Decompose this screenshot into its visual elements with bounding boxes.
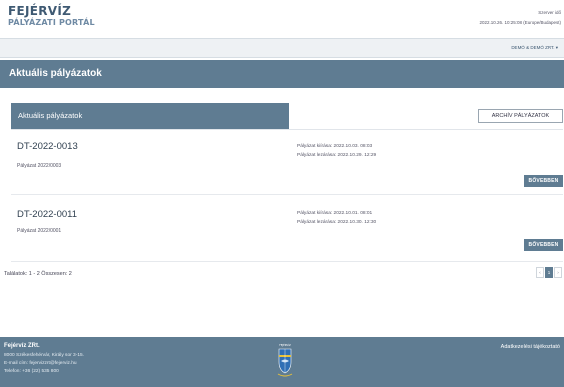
footer-email[interactable]: E-mail cím: fejervizzrt@fejerviz.hu	[4, 361, 77, 366]
server-time: 2022.10.26. 10:25:08 (Europe/Budapest)	[479, 20, 561, 25]
user-menu[interactable]: DEMÓ & DEMÓ ZRT. ▾	[511, 45, 558, 51]
results-count: Találatok: 1 - 2 Összesen: 2	[4, 271, 72, 277]
tender-close-date: Pályázat lezárása: 2022.10.30. 12:30	[297, 220, 377, 225]
logo-title: FEJÉRVÍZ	[8, 4, 72, 18]
section-header: Aktuális pályázatok	[11, 103, 289, 129]
page-title-bar: Aktuális pályázatok	[0, 60, 564, 88]
tender-name: Pályázat 2022/0001	[17, 228, 62, 234]
next-page-button[interactable]: ›	[554, 267, 562, 278]
divider	[11, 129, 563, 130]
pagination: ‹ 1 ›	[536, 267, 562, 278]
prev-page-button[interactable]: ‹	[536, 267, 544, 278]
crest-label: FEJÉRVÍZ	[279, 342, 291, 347]
tender-close-date: Pályázat lezárása: 2022.10.29. 12:29	[297, 153, 377, 158]
privacy-policy-link[interactable]: Adatkezelési tájékoztató	[501, 344, 560, 350]
footer-address: 8000 Székesfehérvár, Király sor 3-15.	[4, 353, 84, 358]
site-header: FEJÉRVÍZ PÁLYÁZATI PORTÁL Szerver idő 20…	[0, 0, 564, 38]
page-title: Aktuális pályázatok	[9, 68, 102, 79]
more-button[interactable]: BŐVEBBEN	[524, 239, 563, 251]
page-button-current[interactable]: 1	[545, 267, 553, 278]
tender-issued-date: Pályázat kiírása: 2022.10.03. 08:03	[297, 144, 373, 149]
footer-phone: Telefon: +36 (22) 535 800	[4, 369, 59, 374]
coat-of-arms-icon: FEJÉRVÍZ	[277, 342, 293, 377]
site-footer: Fejérvíz ZRt. 8000 Székesfehérvár, Királ…	[0, 337, 564, 387]
tender-code: DT-2022-0011	[17, 209, 78, 220]
footer-company: Fejérvíz ZRt.	[4, 343, 40, 349]
divider	[11, 261, 563, 262]
tender-code: DT-2022-0013	[17, 141, 78, 152]
logo[interactable]: FEJÉRVÍZ PÁLYÁZATI PORTÁL	[8, 5, 95, 28]
tender-name: Pályázat 2022/0003	[17, 163, 62, 169]
logo-subtitle: PÁLYÁZATI PORTÁL	[8, 18, 95, 27]
server-time-label: Szerver idő	[538, 10, 561, 15]
list-item: DT-2022-0013 Pályázat 2022/0003 Pályázat…	[11, 140, 563, 192]
more-button[interactable]: BŐVEBBEN	[524, 175, 563, 187]
archive-button[interactable]: ARCHÍV PÁLYÁZATOK	[478, 109, 563, 123]
divider	[11, 194, 563, 195]
user-bar: DEMÓ & DEMÓ ZRT. ▾	[0, 38, 564, 58]
tender-issued-date: Pályázat kiírása: 2022.10.01. 08:01	[297, 211, 373, 216]
section-title: Aktuális pályázatok	[18, 111, 83, 120]
list-item: DT-2022-0011 Pályázat 2022/0001 Pályázat…	[11, 208, 563, 260]
